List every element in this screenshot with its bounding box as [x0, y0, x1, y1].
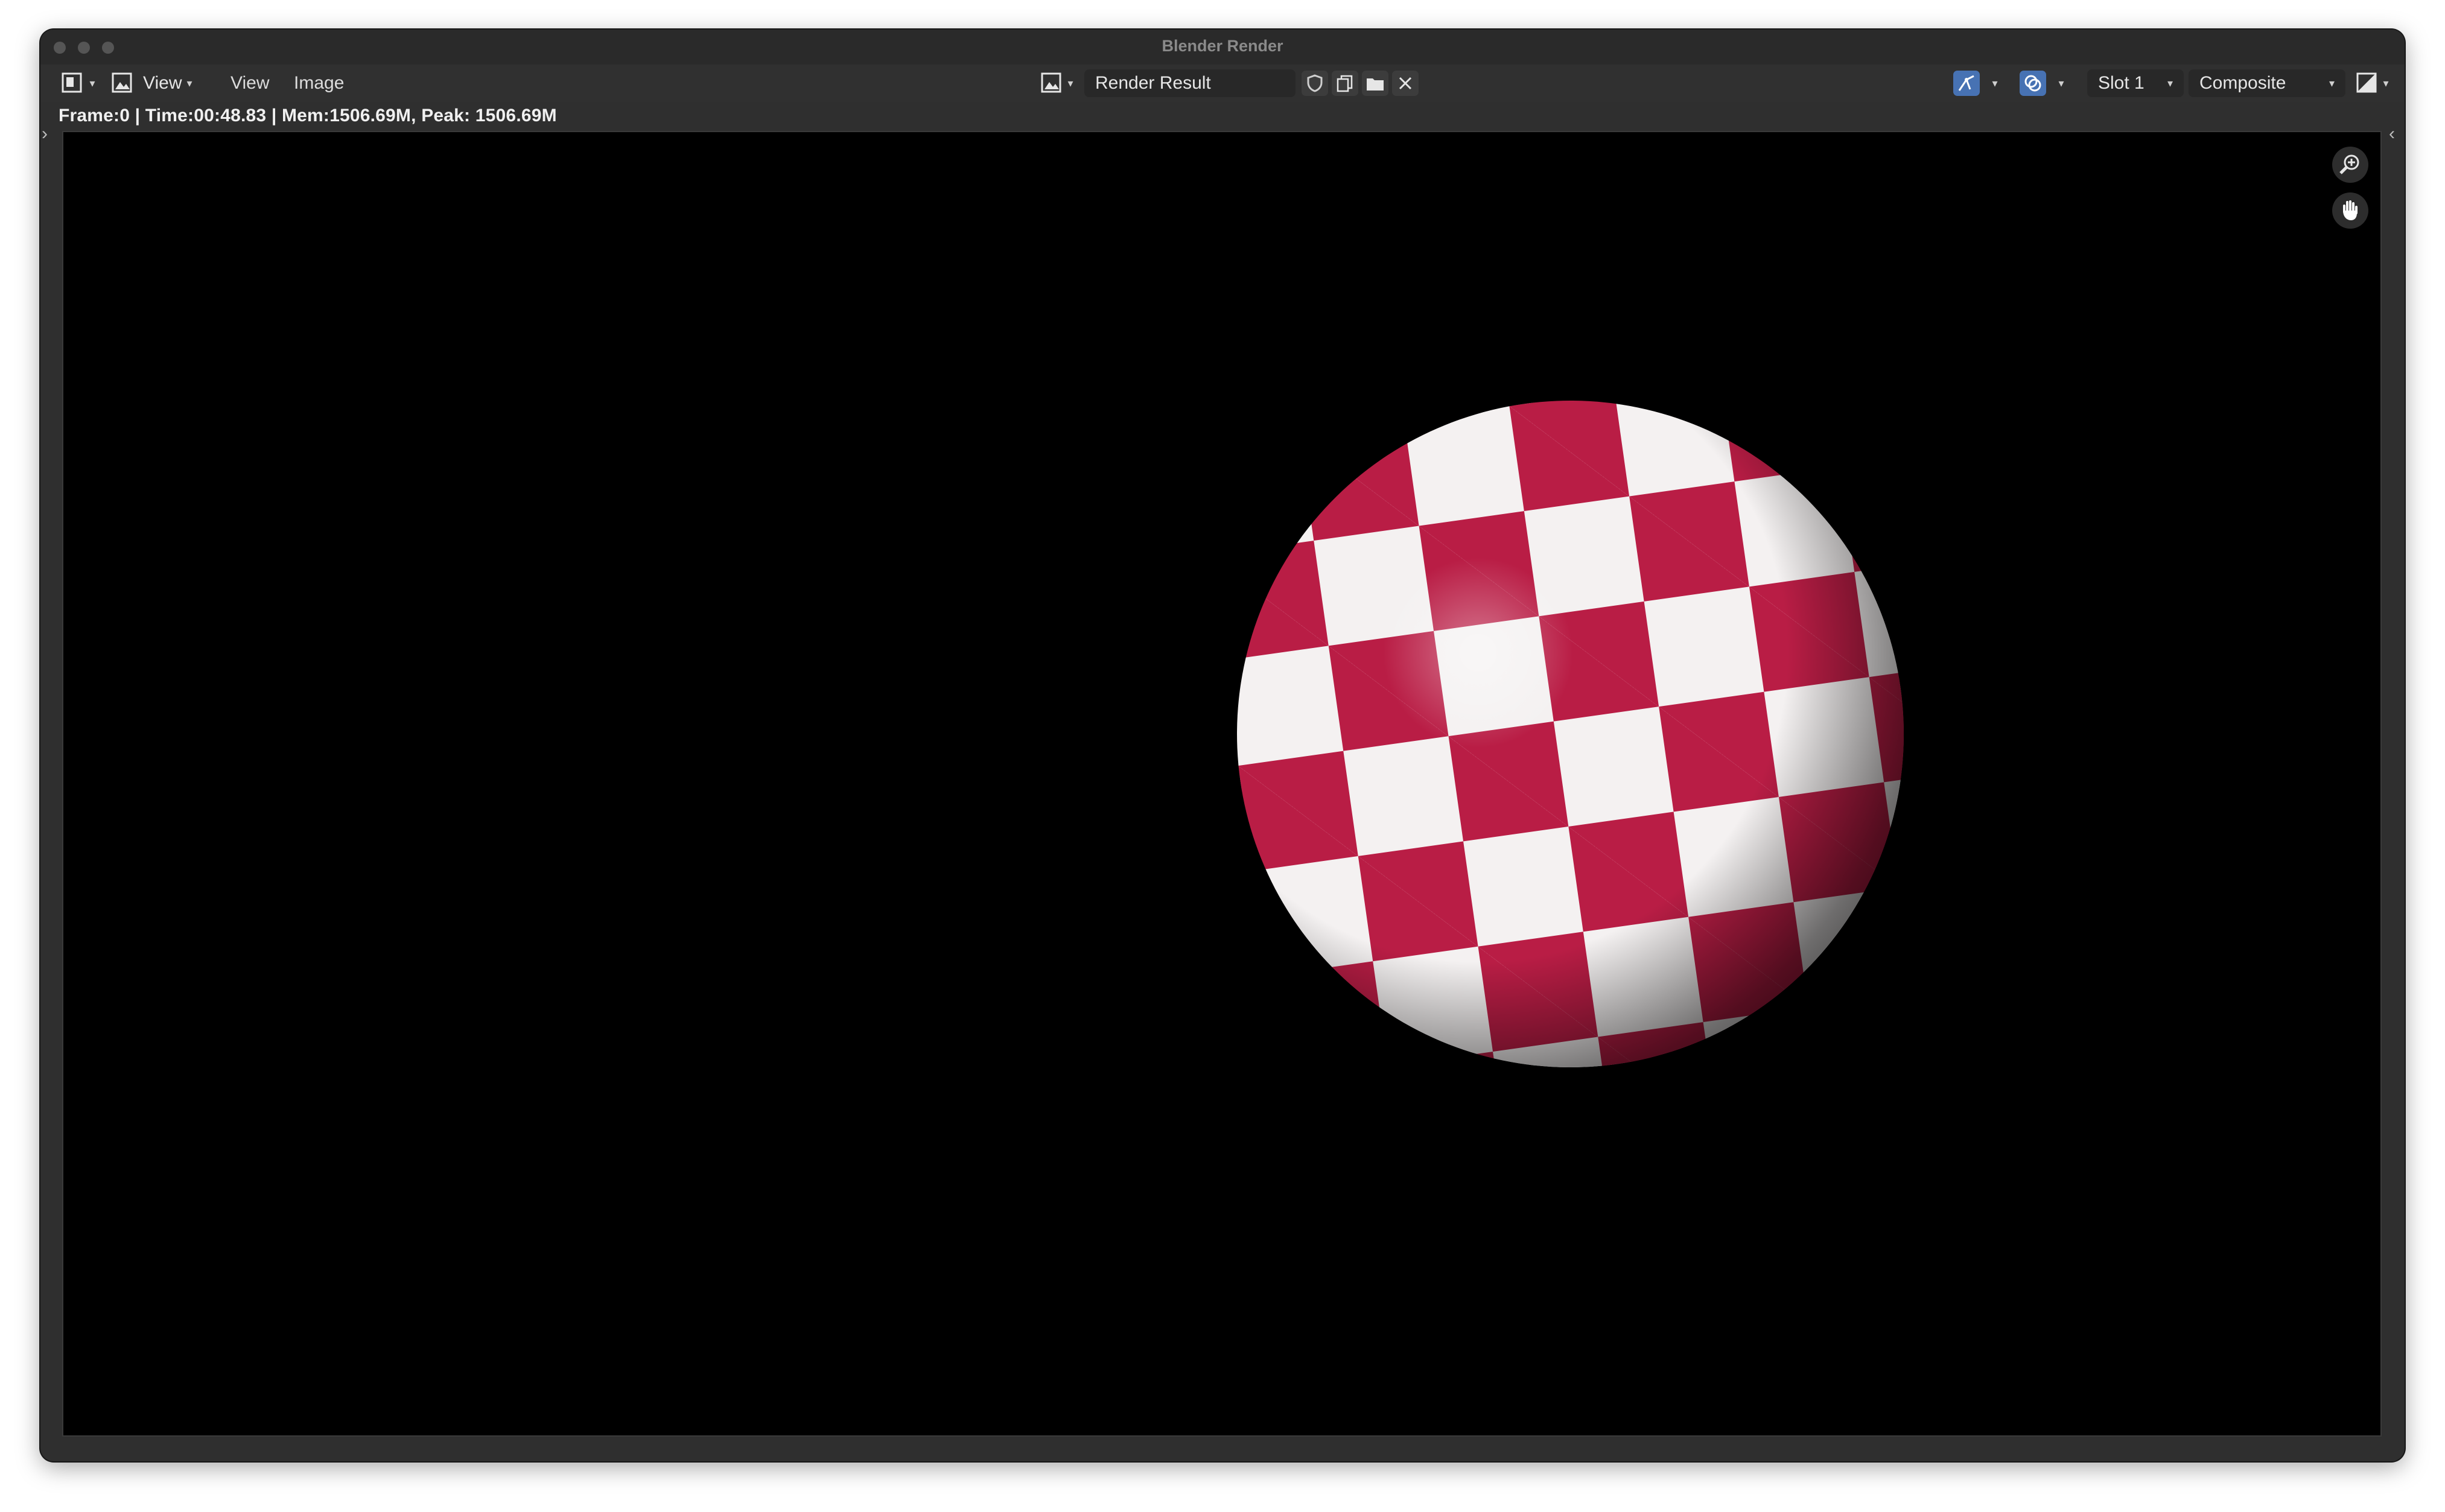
chevron-down-icon: ▾ — [1067, 77, 1073, 89]
zoom-tool[interactable] — [2332, 147, 2368, 183]
chevron-down-icon: ▾ — [2329, 77, 2335, 89]
image-editor-header: ▾ View ▾ View Image ▾ Render Result ▾ ▾ … — [40, 65, 2405, 102]
chevron-down-icon: ▾ — [2383, 77, 2389, 89]
overlay-toggle[interactable] — [2020, 71, 2046, 96]
chevron-down-icon: ▾ — [2058, 77, 2064, 89]
chevron-left-icon[interactable]: ‹ — [2389, 124, 2395, 144]
render-checker-sphere — [1194, 357, 1947, 1111]
image-view-icon — [112, 72, 132, 93]
image-browse-icon — [1041, 72, 1061, 93]
overlay-dropdown[interactable]: ▾ — [2050, 68, 2068, 98]
title-bar: Blender Render — [40, 30, 2405, 66]
display-channels-button[interactable]: ▾ — [2351, 68, 2394, 98]
zoom-icon — [2339, 154, 2359, 174]
window-title: Blender Render — [1162, 37, 1283, 55]
image-name-field[interactable]: Render Result — [1084, 69, 1296, 97]
display-channels-icon — [2356, 72, 2377, 93]
duplicate-icon — [1337, 75, 1353, 92]
view-mode-dropdown[interactable]: View ▾ — [112, 68, 208, 98]
open-folder-icon — [1367, 78, 1384, 91]
chevron-down-icon: ▾ — [2167, 77, 2173, 89]
unlink-image-button[interactable] — [1392, 71, 1419, 96]
image-name: Render Result — [1095, 73, 1211, 93]
slot-label: Slot 1 — [2098, 73, 2145, 93]
gizmo-dropdown[interactable]: ▾ — [1983, 68, 2001, 98]
pan-tool[interactable] — [2332, 192, 2368, 229]
pan-hand-icon — [2343, 200, 2358, 220]
layer-dropdown[interactable]: Composite ▾ — [2189, 69, 2345, 97]
menu-view[interactable]: View — [231, 68, 269, 98]
gizmo-toggle[interactable] — [1953, 71, 1980, 96]
shield-icon — [1307, 74, 1323, 92]
editor-type-button[interactable]: ▾ — [57, 68, 100, 98]
render-status-line: Frame:0 | Time:00:48.83 | Mem:1506.69M, … — [59, 106, 557, 125]
chevron-right-icon[interactable]: › — [42, 124, 48, 144]
open-image-button[interactable] — [1362, 71, 1388, 96]
gizmo-icon — [1958, 75, 1974, 91]
chevron-down-icon: ▾ — [89, 77, 95, 89]
chevron-down-icon: ▾ — [186, 77, 192, 89]
image-editor-icon — [62, 72, 82, 93]
view-mode-label: View — [143, 73, 182, 93]
slot-dropdown[interactable]: Slot 1 ▾ — [2087, 69, 2184, 97]
overlay-icon — [2024, 75, 2041, 92]
chevron-down-icon: ▾ — [1992, 77, 1998, 89]
close-icon — [1399, 77, 1412, 90]
new-image-button[interactable] — [1332, 71, 1358, 96]
image-browse-button[interactable]: ▾ — [1036, 68, 1078, 98]
menu-image[interactable]: Image — [294, 68, 344, 98]
layer-label: Composite — [2199, 73, 2286, 93]
fake-user-button[interactable] — [1302, 71, 1328, 96]
render-viewport[interactable] — [62, 131, 2382, 1437]
blender-render-window: Blender Render ▾ View ▾ View Image ▾ Ren… — [40, 30, 2405, 1461]
